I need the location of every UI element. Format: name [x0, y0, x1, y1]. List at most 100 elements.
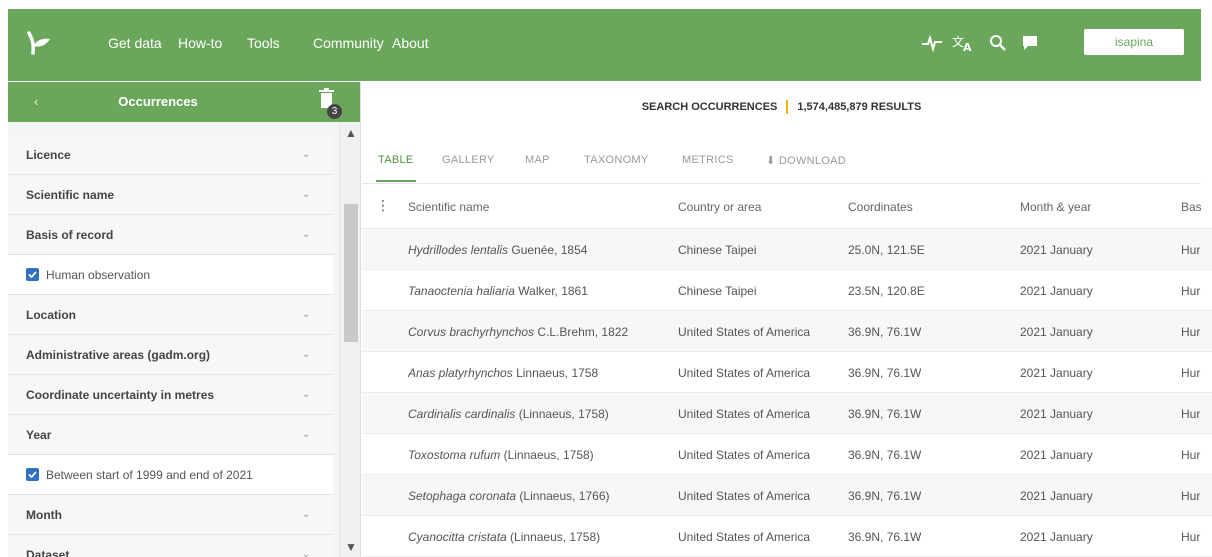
checkbox-checked-icon[interactable]	[26, 268, 39, 281]
cell-basis: Hur	[1181, 366, 1201, 380]
results-count: 1,574,485,879 RESULTS	[797, 100, 922, 113]
cell-month-year: 2021 January	[1020, 530, 1093, 544]
summary-label: SEARCH OCCURRENCES	[641, 100, 778, 113]
filter-label: Location	[26, 308, 76, 322]
cell-coordinates: 36.9N, 76.1W	[848, 448, 922, 462]
table-row[interactable]: Cyanocitta cristata (Linnaeus, 1758) Uni…	[362, 516, 1212, 557]
table-row[interactable]: Corvus brachyrhynchos C.L.Brehm, 1822 Un…	[362, 311, 1212, 352]
scrollbar-thumb[interactable]	[344, 204, 358, 342]
cell-country: United States of America	[678, 366, 811, 380]
cell-country: United States of America	[678, 407, 811, 421]
chevron-down-icon: ⌄	[302, 549, 311, 557]
cell-month-year: 2021 January	[1020, 243, 1093, 257]
table-row[interactable]: Hydrillodes lentalis Guenée, 1854 Chines…	[362, 229, 1212, 270]
sidebar-scrollbar[interactable]: ▲ ▼	[339, 122, 360, 557]
nav-community[interactable]: Community	[313, 35, 384, 51]
nav-tools[interactable]: Tools	[247, 35, 280, 51]
table-row[interactable]: Toxostoma rufum (Linnaeus, 1758) United …	[362, 434, 1212, 475]
filter-year[interactable]: Year ⌄	[8, 415, 333, 455]
table-row[interactable]: Setophaga coronata (Linnaeus, 1766) Unit…	[362, 475, 1212, 516]
nav-about[interactable]: About	[392, 35, 429, 51]
cell-coordinates: 36.9N, 76.1W	[848, 325, 922, 339]
cell-country: Chinese Taipei	[678, 284, 757, 298]
chevron-down-icon: ⌄	[302, 429, 311, 440]
user-account-button[interactable]: isapina	[1084, 29, 1184, 55]
cell-basis: Hur	[1181, 243, 1201, 257]
cell-country: United States of America	[678, 530, 811, 544]
filter-location[interactable]: Location ⌄	[8, 295, 333, 335]
translate-icon[interactable]: 文A	[951, 31, 975, 55]
cell-basis: Hur	[1181, 284, 1201, 298]
cell-scientific-name: Anas platyrhynchos Linnaeus, 1758	[408, 366, 599, 380]
filter-month[interactable]: Month ⌄	[8, 495, 333, 535]
search-icon[interactable]	[986, 31, 1010, 55]
column-header-month-year[interactable]: Month & year	[1020, 200, 1091, 214]
chevron-down-icon: ⌄	[302, 229, 311, 240]
column-header-country[interactable]: Country or area	[678, 200, 761, 214]
cell-country: United States of America	[678, 489, 811, 503]
table-row[interactable]: Cardinalis cardinalis (Linnaeus, 1758) U…	[362, 393, 1212, 434]
gbif-logo-icon[interactable]	[24, 29, 54, 59]
filter-count-badge: 3	[327, 104, 342, 119]
column-header-coordinates[interactable]: Coordinates	[848, 200, 913, 214]
filter-option-human-observation[interactable]: Human observation	[8, 255, 333, 295]
nav-how-to[interactable]: How-to	[178, 35, 222, 51]
cell-month-year: 2021 January	[1020, 325, 1093, 339]
cell-scientific-name: Cyanocitta cristata (Linnaeus, 1758)	[408, 530, 601, 544]
chevron-down-icon: ⌄	[302, 509, 311, 520]
filter-basis-of-record[interactable]: Basis of record ⌄	[8, 215, 333, 255]
filter-label: Basis of record	[26, 228, 114, 242]
tab-taxonomy[interactable]: TAXONOMY	[584, 154, 649, 166]
cell-month-year: 2021 January	[1020, 448, 1093, 462]
cell-coordinates: 36.9N, 76.1W	[848, 530, 922, 544]
cell-scientific-name: Corvus brachyrhynchos C.L.Brehm, 1822	[408, 325, 629, 339]
filter-label: Licence	[26, 148, 71, 162]
filter-scientific-name[interactable]: Scientific name ⌄	[8, 175, 333, 215]
cell-scientific-name: Setophaga coronata (Linnaeus, 1766)	[408, 489, 610, 503]
filter-label: Dataset	[26, 548, 70, 557]
nav-get-data[interactable]: Get data	[108, 35, 162, 51]
cell-basis: Hur	[1181, 407, 1201, 421]
tab-table[interactable]: TABLE	[376, 154, 416, 182]
filter-option-label: Between start of 1999 and end of 2021	[46, 468, 253, 482]
tab-download[interactable]: ⬇ DOWNLOAD	[766, 154, 846, 167]
top-navigation-bar: Get data How-to Tools Community About 文A…	[8, 9, 1201, 81]
column-header-scientific-name[interactable]: Scientific name	[408, 200, 489, 214]
table-body: Hydrillodes lentalis Guenée, 1854 Chines…	[362, 229, 1212, 557]
cell-coordinates: 36.9N, 76.1W	[848, 407, 922, 421]
tab-gallery[interactable]: GALLERY	[442, 154, 495, 166]
svg-text:A: A	[963, 41, 972, 53]
filter-dataset[interactable]: Dataset ⌄	[8, 535, 333, 557]
cell-coordinates: 25.0N, 121.5E	[848, 243, 925, 257]
chat-icon[interactable]	[1018, 31, 1042, 55]
column-header-basis[interactable]: Bas	[1181, 200, 1212, 214]
filter-licence[interactable]: Licence ⌄	[8, 135, 333, 175]
results-summary: SEARCH OCCURRENCES 1,574,485,879 RESULTS	[362, 100, 1201, 114]
tab-map[interactable]: MAP	[525, 154, 550, 166]
chevron-down-icon: ⌄	[302, 189, 311, 200]
table-row[interactable]: Tanaoctenia haliaria Walker, 1861 Chines…	[362, 270, 1212, 311]
scroll-down-icon[interactable]: ▼	[345, 540, 357, 554]
checkbox-checked-icon[interactable]	[26, 468, 39, 481]
cell-coordinates: 36.9N, 76.1W	[848, 366, 922, 380]
filter-administrative-areas[interactable]: Administrative areas (gadm.org) ⌄	[8, 335, 333, 375]
column-menu-icon[interactable]: ⋮	[376, 197, 390, 214]
cell-scientific-name: Tanaoctenia haliaria Walker, 1861	[408, 284, 588, 298]
cell-basis: Hur	[1181, 325, 1201, 339]
cell-coordinates: 23.5N, 120.8E	[848, 284, 925, 298]
tab-metrics[interactable]: METRICS	[682, 154, 734, 166]
filter-option-year-range[interactable]: Between start of 1999 and end of 2021	[8, 455, 333, 495]
cell-basis: Hur	[1181, 489, 1201, 503]
view-tabs: TABLE GALLERY MAP TAXONOMY METRICS ⬇ DOW…	[362, 150, 1201, 184]
table-row[interactable]: Anas platyrhynchos Linnaeus, 1758 United…	[362, 352, 1212, 393]
filter-label: Administrative areas (gadm.org)	[26, 348, 211, 362]
cell-scientific-name: Hydrillodes lentalis Guenée, 1854	[408, 243, 588, 257]
scroll-up-icon[interactable]: ▲	[345, 126, 357, 140]
filter-coordinate-uncertainty[interactable]: Coordinate uncertainty in metres ⌄	[8, 375, 333, 415]
pulse-icon[interactable]	[920, 31, 944, 55]
cell-month-year: 2021 January	[1020, 366, 1093, 380]
cell-month-year: 2021 January	[1020, 489, 1093, 503]
filter-option-label: Human observation	[46, 268, 151, 282]
cell-basis: Hur	[1181, 530, 1201, 544]
cell-country: Chinese Taipei	[678, 243, 757, 257]
